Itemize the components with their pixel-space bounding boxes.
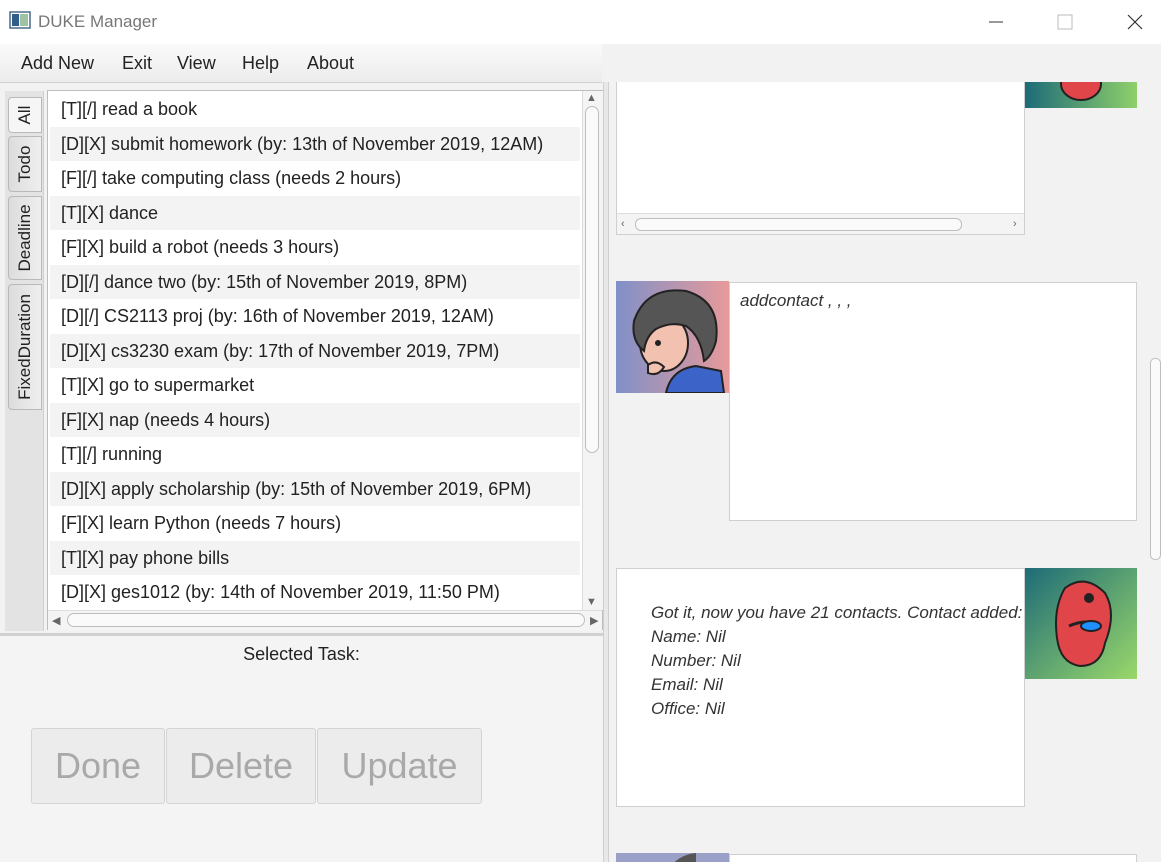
task-row[interactable]: [T][/] read a book bbox=[50, 92, 580, 127]
tab-deadline[interactable]: Deadline bbox=[8, 196, 42, 280]
user-avatar-icon bbox=[616, 281, 729, 393]
menu-view[interactable]: View bbox=[177, 53, 216, 74]
tab-fixedduration-label: FixedDuration bbox=[15, 294, 34, 400]
task-row[interactable]: [D][/] dance two (by: 15th of November 2… bbox=[50, 264, 580, 299]
task-row[interactable]: [F][X] nap (needs 4 hours) bbox=[50, 402, 580, 437]
task-row[interactable]: [D][X] ges1012 (by: 14th of November 201… bbox=[50, 575, 580, 610]
task-row[interactable]: [D][X] cs3230 exam (by: 17th of November… bbox=[50, 333, 580, 368]
tab-strip: All Todo Deadline FixedDuration bbox=[5, 91, 44, 631]
user-avatar-icon bbox=[616, 853, 729, 862]
duke-avatar-icon bbox=[1025, 82, 1137, 108]
chat-bubble-user: addcontact , , , bbox=[729, 282, 1137, 521]
bot-message-line: Email: Nil bbox=[651, 675, 723, 694]
task-row[interactable]: [F][X] build a robot (needs 3 hours) bbox=[50, 230, 580, 265]
tab-all-label: All bbox=[15, 105, 34, 125]
scroll-right-icon[interactable]: ▶ bbox=[590, 614, 598, 627]
task-row[interactable]: [F][/] take computing class (needs 2 hou… bbox=[50, 161, 580, 196]
bubble-hscroll-thumb[interactable] bbox=[635, 218, 962, 231]
task-row[interactable]: [T][X] go to supermarket bbox=[50, 368, 580, 403]
bot-message-line: Number: Nil bbox=[651, 651, 741, 670]
task-row[interactable]: [D][/] CS2113 proj (by: 16th of November… bbox=[50, 299, 580, 334]
task-list-scroll-thumb[interactable] bbox=[585, 106, 599, 453]
user-message-text: addcontact , , , bbox=[740, 291, 852, 310]
app-icon bbox=[9, 11, 31, 29]
scroll-left-icon[interactable]: ‹ bbox=[621, 218, 625, 230]
scroll-right-icon[interactable]: › bbox=[1013, 218, 1017, 230]
chat-bubble-user-next bbox=[729, 854, 1137, 862]
task-row[interactable]: [D][X] apply scholarship (by: 15th of No… bbox=[50, 471, 580, 506]
tab-all[interactable]: All bbox=[8, 97, 42, 133]
menu-add-new[interactable]: Add New bbox=[21, 53, 94, 74]
menu-bar-spacer bbox=[602, 44, 1161, 82]
task-row[interactable]: [F][X] learn Python (needs 7 hours) bbox=[50, 506, 580, 541]
tab-deadline-label: Deadline bbox=[15, 204, 34, 272]
bot-message-line: Office: Nil bbox=[651, 699, 725, 718]
menu-help[interactable]: Help bbox=[242, 53, 279, 74]
delete-button[interactable]: Delete bbox=[166, 728, 316, 804]
menu-exit[interactable]: Exit bbox=[122, 53, 152, 74]
task-list[interactable]: [T][/] read a book [D][X] submit homewor… bbox=[47, 90, 603, 630]
task-row[interactable]: [D][X] submit homework (by: 13th of Nove… bbox=[50, 126, 580, 161]
scroll-down-icon[interactable]: ▼ bbox=[586, 596, 597, 608]
minimize-icon[interactable] bbox=[972, 0, 1018, 44]
close-icon[interactable] bbox=[1112, 0, 1158, 44]
chat-scroll-thumb[interactable] bbox=[1150, 358, 1161, 560]
task-list-hscroll-thumb[interactable] bbox=[67, 613, 585, 627]
chat-panel: ‹ › addcontact , , , Got it, now you hav… bbox=[609, 82, 1161, 862]
task-row[interactable]: [T][X] pay phone bills bbox=[50, 540, 580, 575]
done-button[interactable]: Done bbox=[31, 728, 165, 804]
window-title: DUKE Manager bbox=[38, 12, 158, 31]
duke-avatar-icon bbox=[1025, 568, 1137, 679]
update-button[interactable]: Update bbox=[317, 728, 482, 804]
bot-message-line: Got it, now you have 21 contacts. Contac… bbox=[651, 603, 1023, 622]
menu-about[interactable]: About bbox=[307, 53, 354, 74]
bot-message: Got it, now you have 21 contacts. Contac… bbox=[651, 601, 1022, 721]
tab-todo-label: Todo bbox=[15, 145, 34, 183]
tab-fixedduration[interactable]: FixedDuration bbox=[8, 284, 42, 410]
selected-task-label: Selected Task: bbox=[243, 644, 360, 664]
scroll-left-icon[interactable]: ◀ bbox=[52, 614, 60, 627]
task-row[interactable]: [T][X] dance bbox=[50, 195, 580, 230]
scroll-up-icon[interactable]: ▲ bbox=[586, 92, 597, 104]
bot-message-line: Name: Nil bbox=[651, 627, 726, 646]
task-row[interactable]: [T][/] running bbox=[50, 437, 580, 472]
tab-todo[interactable]: Todo bbox=[8, 136, 42, 192]
maximize-icon[interactable] bbox=[1042, 0, 1088, 44]
chat-bubble-bot-previous: ‹ › bbox=[616, 82, 1025, 235]
chat-bubble-bot: Got it, now you have 21 contacts. Contac… bbox=[616, 568, 1025, 807]
